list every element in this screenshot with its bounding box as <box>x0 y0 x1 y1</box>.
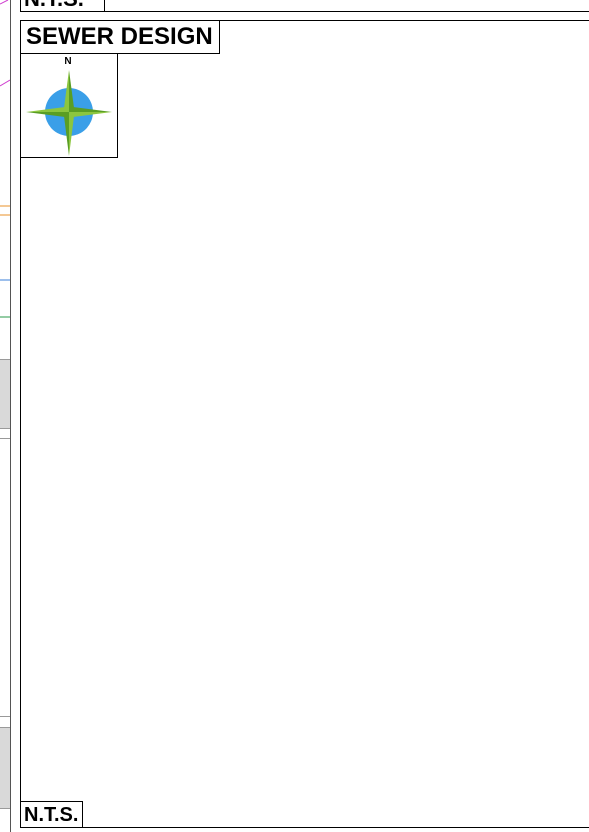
compass-icon <box>26 70 112 156</box>
adjacent-gray-block <box>0 727 10 809</box>
north-arrow-box: N <box>20 54 118 158</box>
top-detail-panel <box>20 0 589 12</box>
adjacent-drawing-strip <box>0 0 10 832</box>
adjacent-divider <box>0 438 10 439</box>
adjacent-gray-block <box>0 359 10 429</box>
sheet-border-line <box>10 0 11 832</box>
scale-label: N.T.S. <box>20 801 84 828</box>
top-panel-scale-label: N.T.S. <box>20 0 105 11</box>
panel-title: SEWER DESIGN <box>20 20 220 54</box>
adjacent-divider <box>0 716 10 717</box>
